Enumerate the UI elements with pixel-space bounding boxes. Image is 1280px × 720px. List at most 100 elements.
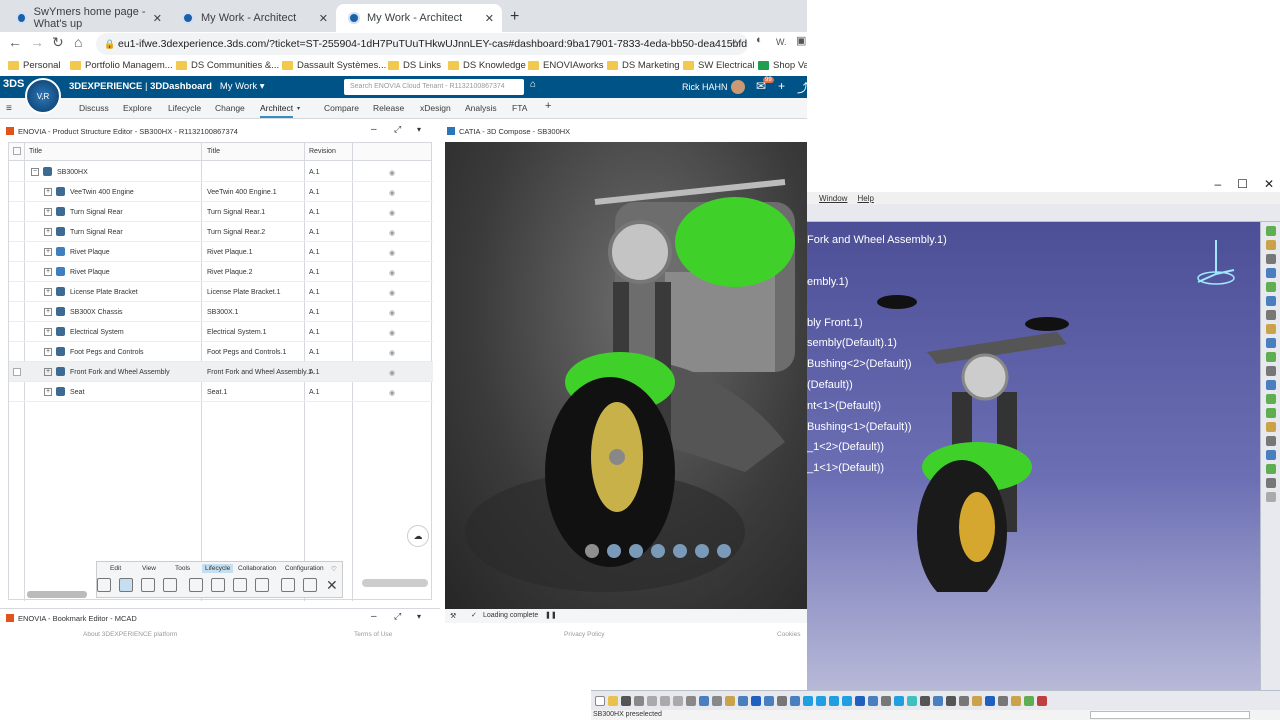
structure-icon[interactable] xyxy=(255,578,269,592)
table-row[interactable]: + VeeTwin 400 Engine VeeTwin 400 Engine.1 A… xyxy=(9,182,433,202)
tab-analysis[interactable]: Analysis xyxy=(465,103,497,113)
insert-icon[interactable] xyxy=(211,578,225,592)
eye-icon[interactable]: ◉ xyxy=(389,289,395,297)
column-revision[interactable]: Revision xyxy=(309,148,336,155)
actionbar-tab-view[interactable]: View xyxy=(142,565,156,572)
eye-icon[interactable]: ◉ xyxy=(389,349,395,357)
avatar[interactable] xyxy=(731,80,745,94)
rotate-icon[interactable] xyxy=(607,544,621,558)
widget-menu-icon[interactable]: ▾ xyxy=(417,612,421,621)
eye-icon[interactable]: ◉ xyxy=(389,209,395,217)
zoom-icon[interactable] xyxy=(651,544,665,558)
table-row[interactable]: + Electrical System Electrical System.1 A.1… xyxy=(9,322,433,342)
tool-icon[interactable]: ⚒ xyxy=(450,612,456,620)
eye-icon[interactable]: ◉ xyxy=(389,189,395,197)
add-icon[interactable]: + xyxy=(778,79,785,93)
actionbar-tab-tools[interactable]: Tools xyxy=(175,565,190,572)
fit-icon[interactable] xyxy=(673,544,687,558)
eye-icon[interactable]: ◉ xyxy=(389,229,395,237)
catia-top-toolbar[interactable] xyxy=(807,204,1280,222)
expand-icon[interactable]: + xyxy=(44,268,52,276)
table-row[interactable]: + Rivet Plaque Rivet Plaque.1 A.1 ◉ xyxy=(9,242,433,262)
menu-window[interactable]: Window xyxy=(819,194,847,203)
bookmark-ds-knowledge[interactable]: DS Knowledge xyxy=(448,60,526,71)
compass-axis-icon[interactable] xyxy=(1194,234,1238,290)
table-row[interactable]: + Rivet Plaque Rivet Plaque.2 A.1 ◉ xyxy=(9,262,433,282)
bookmark-ds-marketing[interactable]: DS Marketing xyxy=(607,60,680,71)
expand-icon[interactable]: + xyxy=(44,248,52,256)
user-name[interactable]: Rick HAHN xyxy=(682,82,728,92)
tab-fta[interactable]: FTA xyxy=(512,103,527,113)
render-icon[interactable] xyxy=(695,544,709,558)
select-all-checkbox[interactable] xyxy=(13,147,21,155)
workspace-menu[interactable]: My Work xyxy=(220,81,257,92)
column-title[interactable]: Title xyxy=(29,148,42,155)
collapse-icon[interactable]: − xyxy=(31,168,39,176)
tag-icon[interactable]: ⌂ xyxy=(530,79,536,90)
heart-icon[interactable]: ♡ xyxy=(331,565,337,573)
expand-icon[interactable]: + xyxy=(44,228,52,236)
close-tab-icon[interactable]: ✕ xyxy=(485,12,494,25)
bookmark-ds-links[interactable]: DS Links xyxy=(388,60,441,71)
footer-privacy-link[interactable]: Privacy Policy xyxy=(564,631,604,638)
eye-icon[interactable]: ◉ xyxy=(389,389,395,397)
row-checkbox[interactable] xyxy=(13,368,21,376)
search-input[interactable]: Search ENOVIA Cloud Tenant - R1132100867… xyxy=(344,79,524,95)
extension-icon[interactable]: ▣ xyxy=(796,34,806,47)
eye-icon[interactable]: ◉ xyxy=(389,249,395,257)
table-row-root[interactable]: − SB300HX A.1 ◉ xyxy=(9,162,433,182)
ds-logo-icon[interactable]: 3DS xyxy=(3,78,24,90)
tree-item[interactable]: Fork and Wheel Assembly.1) xyxy=(807,230,947,251)
extension-icon[interactable]: ◐ xyxy=(756,34,763,46)
settings-icon[interactable] xyxy=(303,578,317,592)
bookmark-icon[interactable] xyxy=(141,578,155,592)
home-action-icon[interactable] xyxy=(97,578,111,592)
table-row[interactable]: + Turn Signal Rear Turn Signal Rear.1 A.1 ◉ xyxy=(9,202,433,222)
expand-icon[interactable]: + xyxy=(44,368,52,376)
expand-icon[interactable]: + xyxy=(44,188,52,196)
maximize-icon[interactable]: ☐ xyxy=(1237,177,1248,191)
tab-release[interactable]: Release xyxy=(373,103,404,113)
minimize-widget-icon[interactable]: – xyxy=(371,124,377,135)
footer-cookies-link[interactable]: Cookies xyxy=(777,631,800,638)
catia-viewport[interactable]: Fork and Wheel Assembly.1) embly.1) bly … xyxy=(807,222,1260,690)
column-instance-title[interactable]: Title xyxy=(207,148,220,155)
catia-bottom-toolbar[interactable] xyxy=(591,690,1280,710)
bookmark-sw-electrical[interactable]: SW Electrical xyxy=(683,60,754,71)
browser-tab[interactable]: My Work - Architect ✕ xyxy=(170,4,336,32)
eye-icon[interactable]: ◉ xyxy=(389,309,395,317)
bookmark-communities[interactable]: DS Communities &... xyxy=(176,60,279,71)
star-icon[interactable]: ☆ xyxy=(731,33,740,55)
back-icon[interactable]: ← xyxy=(8,34,22,50)
close-tab-icon[interactable]: ✕ xyxy=(153,12,162,25)
table-row-hovered[interactable]: + Front Fork and Wheel Assembly Front Fork… xyxy=(9,362,433,382)
tab-explore[interactable]: Explore xyxy=(123,103,152,113)
table-row[interactable]: + Foot Pegs and Controls Foot Pegs and Con… xyxy=(9,342,433,362)
footer-terms-link[interactable]: Terms of Use xyxy=(354,631,392,638)
new-tab-icon[interactable]: + xyxy=(510,8,519,26)
chevron-down-icon[interactable]: ▾ xyxy=(297,105,300,112)
eye-icon[interactable]: ◉ xyxy=(389,269,395,277)
menu-help[interactable]: Help xyxy=(857,194,873,203)
actionbar-tab-configuration[interactable]: Configuration xyxy=(285,565,324,572)
delete-icon[interactable]: ✕ xyxy=(326,577,338,594)
bookmark-enoviaworks[interactable]: ENOVIAworks xyxy=(528,60,604,71)
bookmark-portfolio[interactable]: Portfolio Managem... xyxy=(70,60,173,71)
table-row[interactable]: + Seat Seat.1 A.1 ◉ xyxy=(9,382,433,402)
expand-icon[interactable]: + xyxy=(44,288,52,296)
menu-icon[interactable]: ≡ xyxy=(6,103,12,114)
edit-pencil-icon[interactable] xyxy=(119,578,133,592)
copy-icon[interactable] xyxy=(281,578,295,592)
table-row[interactable]: + Turn Signal Rear Turn Signal Rear.2 A.1 ◉ xyxy=(9,222,433,242)
compass-icon[interactable]: V,R xyxy=(25,78,61,114)
home-icon[interactable]: ⌂ xyxy=(74,34,82,50)
motorcycle-model[interactable] xyxy=(445,142,807,609)
section-icon[interactable] xyxy=(717,544,731,558)
catia-right-toolbar[interactable] xyxy=(1260,222,1280,690)
tab-compare[interactable]: Compare xyxy=(324,103,359,113)
tab-change[interactable]: Change xyxy=(215,103,245,113)
close-icon[interactable]: ✕ xyxy=(1264,177,1274,191)
pause-icon[interactable]: ❚❚ xyxy=(545,611,557,619)
tree-list-icon[interactable] xyxy=(189,578,203,592)
table-row[interactable]: + License Plate Bracket License Plate Brac… xyxy=(9,282,433,302)
